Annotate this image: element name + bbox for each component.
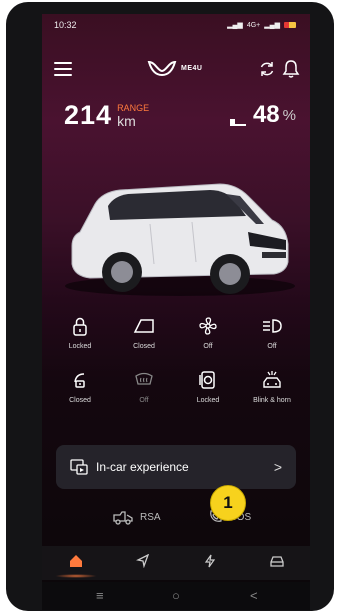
control-defogger[interactable]: Off	[114, 368, 174, 404]
top-bar: ME4U	[42, 56, 310, 86]
charge-lid-icon	[199, 371, 215, 389]
car-image[interactable]	[50, 154, 302, 304]
battery-status-icon	[284, 22, 296, 28]
control-fan[interactable]: Off	[178, 314, 238, 350]
refresh-icon[interactable]	[258, 60, 276, 78]
control-lock[interactable]: Locked	[50, 314, 110, 350]
screen-icon	[70, 459, 88, 475]
bell-icon[interactable]	[282, 59, 300, 79]
network-type: 4G+	[246, 21, 261, 29]
tab-navigation[interactable]	[128, 554, 158, 574]
brand-mark-icon	[147, 60, 177, 77]
battery-unit: %	[282, 107, 296, 124]
control-defogger-label: Off	[139, 397, 149, 404]
signal-icon: ▂▄▆	[227, 22, 243, 29]
system-nav-bar: ≡ ○ <	[42, 582, 310, 610]
status-bar: 10:32 ▂▄▆ 4G+ ▂▄▆	[42, 14, 310, 36]
range-unit: km	[117, 113, 136, 129]
menu-icon[interactable]	[54, 62, 72, 76]
tab-vehicle[interactable]	[262, 554, 292, 574]
bottom-tab-bar	[42, 546, 310, 580]
status-time: 10:32	[54, 20, 77, 30]
control-fuel-flap-label: Closed	[69, 397, 91, 404]
control-charge-lid[interactable]: Locked	[178, 368, 238, 404]
home-icon	[70, 555, 82, 567]
annotation-badge: 1	[210, 485, 246, 521]
in-car-experience-title: In-car experience	[96, 460, 189, 474]
back-icon[interactable]: <	[250, 588, 258, 603]
fuel-flap-icon	[74, 373, 85, 388]
range-label: RANGE	[117, 103, 150, 113]
control-blink-horn-label: Blink & horn	[253, 397, 291, 404]
tab-home[interactable]	[55, 554, 97, 578]
window-icon	[133, 319, 154, 333]
rsa-label: RSA	[140, 511, 161, 523]
rsa-button[interactable]: RSA	[112, 509, 161, 525]
lock-icon	[73, 317, 87, 336]
range-display: 214 RANGE km	[64, 100, 150, 130]
control-window[interactable]: Closed	[114, 314, 174, 350]
range-value: 214	[64, 100, 113, 130]
wifi-icon: ▂▄▆	[264, 22, 280, 29]
control-charge-lid-label: Locked	[196, 397, 220, 404]
control-headlight-label: Off	[267, 343, 277, 350]
chevron-right-icon: >	[273, 459, 282, 475]
phone-frame: 10:32 ▂▄▆ 4G+ ▂▄▆ ME4U 214 RANGE km 48 %…	[6, 2, 334, 611]
tow-truck-icon	[113, 511, 133, 525]
fan-icon	[199, 317, 217, 335]
control-fuel-flap[interactable]: Closed	[50, 368, 110, 404]
battery-level-icon	[229, 119, 246, 126]
defogger-icon	[135, 372, 153, 385]
bolt-icon	[204, 554, 216, 568]
home-button-icon[interactable]: ○	[172, 588, 180, 603]
control-headlight[interactable]: Off	[242, 314, 302, 350]
tab-charging[interactable]	[195, 554, 225, 574]
car-icon	[270, 556, 284, 567]
control-fan-label: Off	[203, 343, 213, 350]
battery-value: 48	[252, 101, 280, 128]
headlight-icon	[263, 319, 282, 333]
control-window-label: Closed	[133, 343, 155, 350]
assist-actions: RSA SOS	[42, 509, 310, 535]
blink-horn-icon	[263, 371, 281, 388]
control-blink-horn[interactable]: Blink & horn	[242, 368, 302, 404]
brand-logo: ME4U	[147, 59, 202, 77]
in-car-experience-card[interactable]: In-car experience >	[56, 445, 296, 489]
app-screen: 10:32 ▂▄▆ 4G+ ▂▄▆ ME4U 214 RANGE km 48 %…	[42, 14, 310, 610]
control-lock-label: Locked	[68, 343, 92, 350]
navigation-icon	[136, 554, 150, 568]
status-icons: ▂▄▆ 4G+ ▂▄▆	[227, 21, 296, 29]
logo-text: ME4U	[181, 64, 203, 72]
battery-display: 48 %	[229, 102, 296, 127]
recent-apps-icon[interactable]: ≡	[96, 588, 104, 603]
